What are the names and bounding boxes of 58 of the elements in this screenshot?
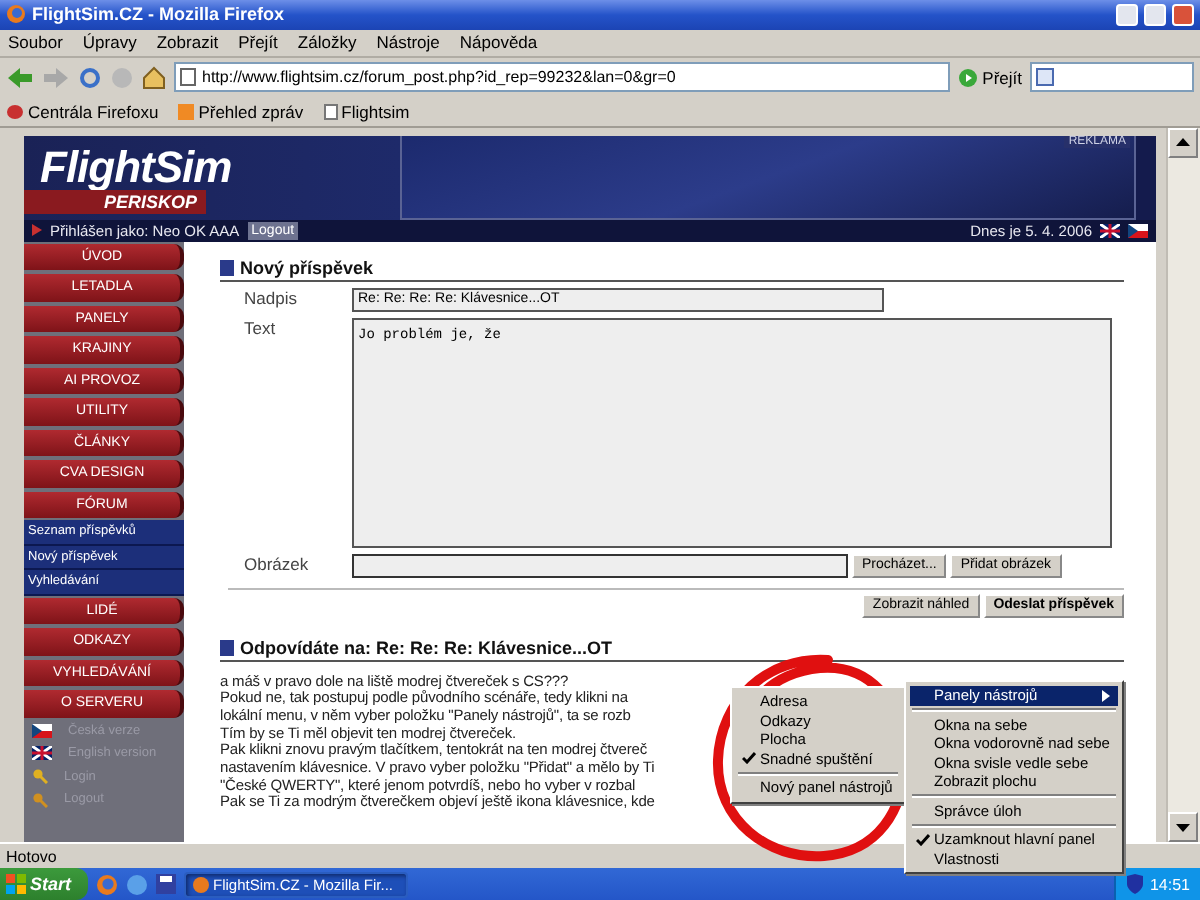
window-title: FlightSim.CZ - Mozilla Firefox [32,4,286,25]
british-flag-icon [32,746,52,761]
stop-icon [110,65,134,90]
maximize-button[interactable] [1144,3,1166,26]
czech-flag-icon [1128,223,1148,238]
section-heading: Nový příspěvek [240,257,374,278]
back-arrow-icon [6,65,34,90]
square-icon [220,259,234,276]
submenu-arrow-icon [1101,689,1110,702]
save-icon [155,874,176,894]
menu-item[interactable]: Přejít [238,32,278,53]
scrollbar[interactable] [1166,127,1200,843]
reload-icon [78,65,102,90]
czech-flag-icon [32,723,52,738]
british-flag-icon [1100,223,1120,238]
site-logo[interactable]: FlightSim [40,145,400,190]
scroll-up-button[interactable] [1168,127,1198,158]
menu-item[interactable]: Nástroje [376,32,440,53]
menu-item[interactable]: Zobrazit [156,32,219,53]
down-arrow-icon [1176,823,1190,832]
minimize-button[interactable] [1116,3,1138,26]
check-icon [915,833,929,846]
clock: 14:51 [1149,875,1190,893]
shield-icon [1125,874,1144,894]
status-text: Hotovo [6,847,57,866]
up-arrow-icon [1176,138,1190,147]
section-heading: Odpovídáte na: Re: Re: Re: Klávesnice...OT [240,637,613,658]
scroll-down-button[interactable] [1168,812,1198,843]
field-label: Nadpis [244,287,299,312]
field-label: Obrázek [244,553,311,578]
triangle-icon [32,224,42,237]
home-icon [142,65,166,90]
menu-item[interactable]: Nápověda [459,32,538,53]
search-engine-icon [1036,68,1054,87]
field-label: Text [244,317,278,342]
menu-item[interactable]: Soubor [8,32,63,53]
check-icon [741,752,755,765]
forward-arrow-icon [42,65,70,90]
bookmark[interactable]: Centrála Firefoxu [6,101,159,122]
windows-logo-icon [6,874,26,894]
page-icon [180,68,196,87]
menu-item[interactable]: Záložky [297,32,357,53]
rss-icon [178,103,195,120]
bird-icon [6,103,24,120]
start-button[interactable]: Start [0,868,88,900]
bookmark[interactable]: Přehled zpráv [178,101,304,122]
key-icon [32,791,48,808]
close-button[interactable] [1172,3,1194,26]
go-button[interactable]: Přejít [958,67,1022,88]
bookmark[interactable]: Flightsim [323,101,410,122]
key-icon [32,768,48,785]
file-field[interactable] [352,553,848,578]
address-field[interactable]: http://www.flightsim.cz/forum_post.php?id_rep=99232&lan=0&gr=0 [174,62,951,93]
menu-item[interactable]: Úpravy [82,32,137,53]
page-icon [323,103,338,120]
site-logo-subtitle: PERISKOP [24,189,206,214]
square-icon [220,639,234,656]
search-field[interactable] [1030,62,1194,93]
